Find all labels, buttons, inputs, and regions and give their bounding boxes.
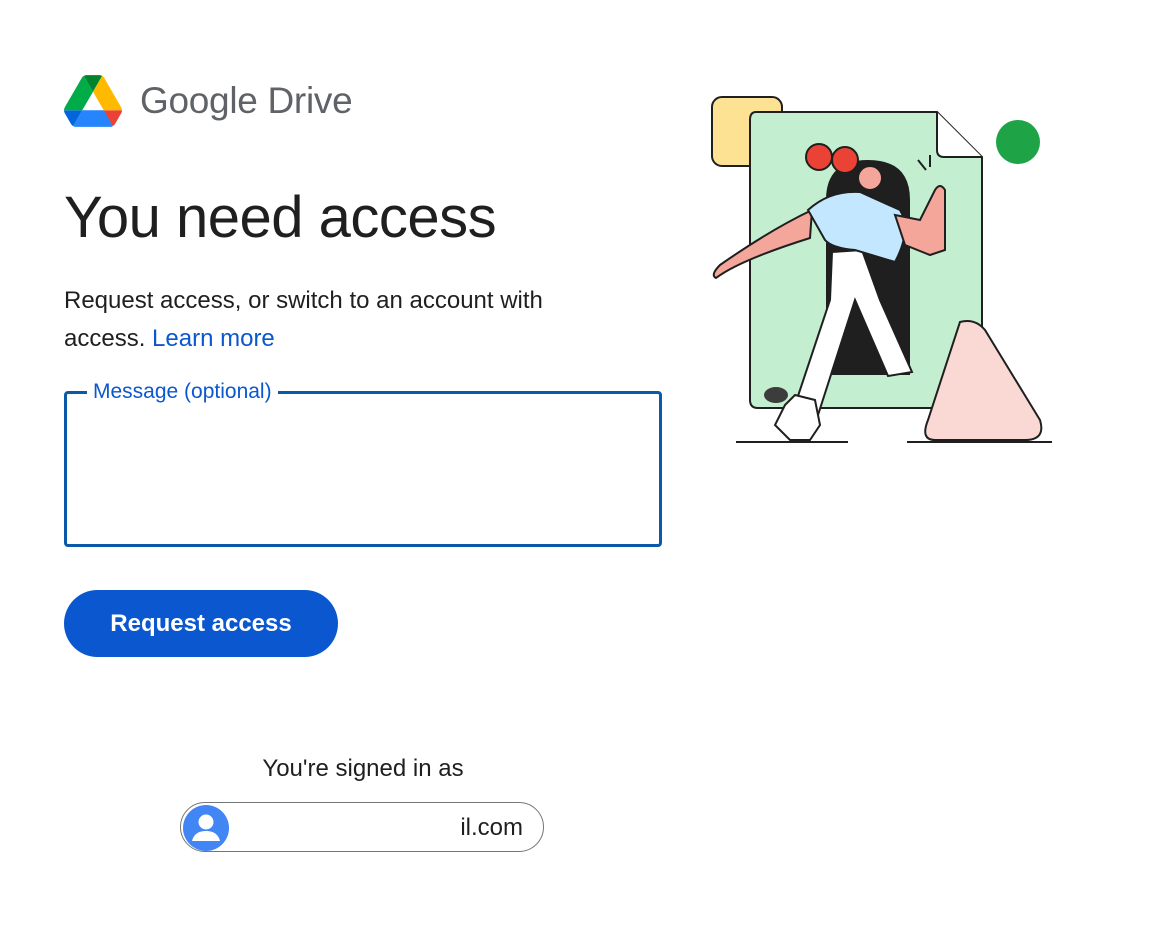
message-field[interactable]: Message (optional) (64, 380, 662, 547)
google-drive-logo-icon (64, 75, 122, 127)
person-opening-door-illustration (711, 96, 1052, 443)
brand-header: Google Drive (64, 74, 353, 128)
page-title: You need access (64, 185, 497, 250)
description: Request access, or switch to an account … (64, 282, 624, 358)
learn-more-link[interactable]: Learn more (152, 325, 275, 352)
page: Google Drive You need access Request acce… (0, 0, 1149, 945)
brand-name: Google Drive (140, 80, 353, 122)
brand-product-text: Drive (267, 80, 353, 121)
brand-google-text: Google (140, 80, 258, 121)
account-chip[interactable]: il.com (180, 802, 544, 852)
message-input[interactable] (67, 394, 659, 544)
account-email: il.com (460, 814, 523, 841)
description-text: Request access, or switch to an account … (64, 287, 543, 352)
signed-in-label: You're signed in as (262, 755, 464, 782)
request-access-button[interactable]: Request access (64, 590, 338, 657)
person-icon (183, 805, 229, 851)
